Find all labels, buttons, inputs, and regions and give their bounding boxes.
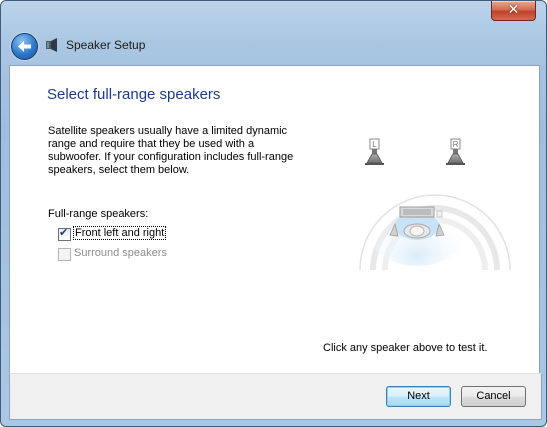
next-button[interactable]: Next xyxy=(386,386,451,407)
surround-checkbox xyxy=(58,248,71,261)
test-hint-text: Click any speaker above to test it. xyxy=(323,342,488,354)
speaker-app-icon xyxy=(46,38,57,52)
left-speaker-label: L xyxy=(372,140,377,149)
page-heading: Select full-range speakers xyxy=(47,86,221,103)
button-bar: Next Cancel xyxy=(9,373,542,420)
close-button[interactable]: ✕ xyxy=(491,1,536,21)
speaker-diagram: L R xyxy=(359,138,511,271)
close-icon: ✕ xyxy=(507,2,520,18)
full-range-group-label: Full-range speakers: xyxy=(48,208,149,220)
right-speaker[interactable]: R xyxy=(446,138,465,165)
content-panel: Select full-range speakers Satellite spe… xyxy=(9,65,540,374)
right-speaker-label: R xyxy=(453,140,459,149)
front-left-right-checkbox[interactable] xyxy=(58,226,71,241)
back-arrow-icon xyxy=(18,41,31,52)
left-speaker[interactable]: L xyxy=(365,138,384,165)
speaker-setup-window: ✕ Speaker Setup Select full-range speake… xyxy=(0,0,547,427)
surround-label: Surround speakers xyxy=(74,247,167,259)
cancel-button[interactable]: Cancel xyxy=(461,386,526,407)
description-text: Satellite speakers usually have a limite… xyxy=(48,125,294,176)
back-button[interactable] xyxy=(11,33,38,60)
front-left-right-label[interactable]: Front left and right xyxy=(72,226,167,240)
window-title: Speaker Setup xyxy=(66,38,146,52)
